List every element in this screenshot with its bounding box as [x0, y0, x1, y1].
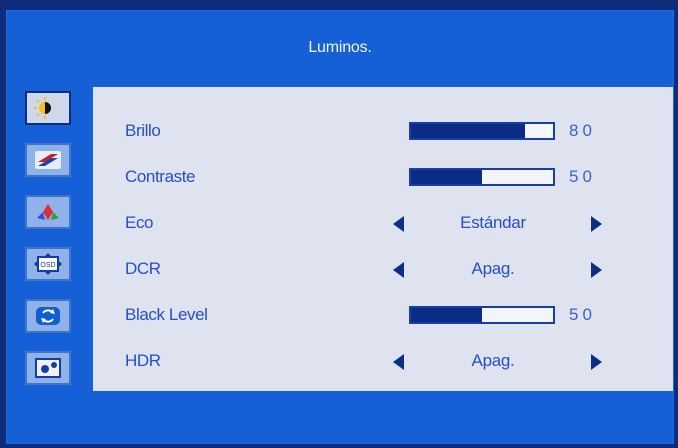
- right-arrow-icon[interactable]: [591, 216, 602, 232]
- contrast-slider[interactable]: [409, 168, 555, 186]
- setting-value: 50: [569, 305, 596, 324]
- brightness-icon: [34, 97, 51, 119]
- setting-label: Eco: [125, 213, 154, 232]
- right-arrow-icon[interactable]: [591, 262, 602, 278]
- setting-label: DCR: [125, 259, 161, 278]
- setting-row-black-level[interactable]: Black Level 50: [93, 297, 673, 335]
- setting-label: Brillo: [125, 121, 161, 140]
- image-setup-icon: [35, 151, 61, 169]
- setting-label: HDR: [125, 351, 161, 370]
- slider-fill: [411, 124, 525, 138]
- footer-bar: [7, 395, 673, 443]
- setting-value: 80: [569, 121, 596, 140]
- setting-row-brillo[interactable]: Brillo 80: [93, 113, 673, 151]
- setting-label: Contraste: [125, 167, 196, 186]
- color-temp-icon: [37, 204, 59, 220]
- sidebar: OSD: [21, 91, 79, 391]
- black-level-slider[interactable]: [409, 306, 555, 324]
- left-arrow-icon[interactable]: [393, 262, 404, 278]
- sidebar-item-color[interactable]: [25, 195, 71, 229]
- setting-row-dcr[interactable]: DCR Apag.: [93, 251, 673, 289]
- sidebar-item-extra[interactable]: [25, 351, 71, 385]
- osd-setup-icon: OSD: [34, 253, 62, 275]
- setting-row-contraste[interactable]: Contraste 50: [93, 159, 673, 197]
- sidebar-item-image[interactable]: [25, 143, 71, 177]
- reset-icon: [36, 307, 60, 325]
- svg-text:OSD: OSD: [40, 262, 55, 269]
- extra-icon: [35, 358, 61, 378]
- left-arrow-icon[interactable]: [393, 354, 404, 370]
- menu-title: Luminos.: [308, 39, 372, 56]
- setting-option: Estándar: [460, 213, 526, 232]
- slider-fill: [411, 170, 482, 184]
- setting-row-hdr[interactable]: HDR Apag.: [93, 343, 673, 381]
- sidebar-item-osd[interactable]: OSD: [25, 247, 71, 281]
- slider-fill: [411, 308, 482, 322]
- setting-row-eco[interactable]: Eco Estándar: [93, 205, 673, 243]
- settings-panel: Brillo 80 Contraste 50 Eco Estándar DCR …: [93, 87, 673, 391]
- setting-option: Apag.: [471, 351, 515, 370]
- sidebar-item-luminance[interactable]: [25, 91, 71, 125]
- left-arrow-icon[interactable]: [393, 216, 404, 232]
- brightness-slider[interactable]: [409, 122, 555, 140]
- sidebar-item-reset[interactable]: [25, 299, 71, 333]
- setting-label: Black Level: [125, 305, 208, 324]
- setting-value: 50: [569, 167, 596, 186]
- setting-option: Apag.: [471, 259, 515, 278]
- osd-window: Luminos. OSD Brillo 80 Contraste 50 Eco …: [6, 10, 674, 444]
- right-arrow-icon[interactable]: [591, 354, 602, 370]
